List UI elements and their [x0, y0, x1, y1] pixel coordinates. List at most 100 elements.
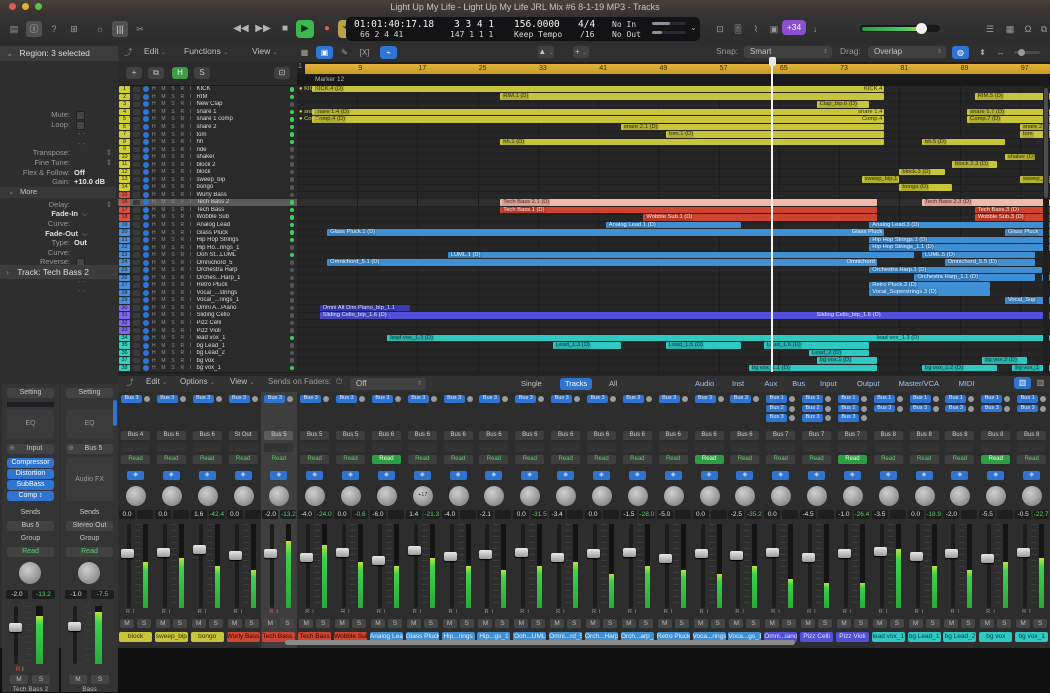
- freeze-icon[interactable]: [133, 139, 140, 145]
- input-monitor-icon[interactable]: [143, 109, 149, 115]
- solo-button[interactable]: S: [495, 619, 509, 628]
- send-knob[interactable]: [538, 396, 544, 402]
- volume-value[interactable]: -0.5: [1015, 510, 1031, 519]
- mute-button[interactable]: M: [120, 619, 134, 628]
- mixer-channel-strip[interactable]: Bus 3Bus 6Read◈-3.4R IMSOmni...rd_5: [548, 392, 585, 648]
- editors-icon[interactable]: ✂: [132, 21, 148, 37]
- volume-value[interactable]: 0.0: [155, 510, 171, 519]
- eq-slot[interactable]: EQ: [66, 410, 113, 438]
- record-input-buttons[interactable]: R I: [413, 609, 422, 615]
- peak-value[interactable]: -31.5: [531, 510, 547, 519]
- fader-cap[interactable]: [659, 554, 672, 563]
- input-format-icon[interactable]: ◈: [414, 471, 431, 480]
- group-slot[interactable]: [551, 443, 580, 452]
- fader-cap[interactable]: [229, 551, 242, 560]
- track-buttons[interactable]: H M S R I: [152, 94, 193, 100]
- group-slot[interactable]: [444, 443, 473, 452]
- track-buttons[interactable]: H M S R I: [152, 109, 193, 115]
- region[interactable]: Comp.7 (D): [967, 116, 1050, 123]
- track-on-dot[interactable]: [290, 366, 295, 371]
- region[interactable]: block 2.3 (D): [952, 161, 997, 168]
- send-knob[interactable]: [897, 396, 903, 402]
- volume-value[interactable]: 0.0: [227, 510, 243, 519]
- freeze-icon[interactable]: [133, 162, 140, 168]
- freeze-icon[interactable]: [133, 305, 140, 311]
- mute-button[interactable]: M: [192, 619, 206, 628]
- input-slot[interactable]: ⊕Bus 5: [66, 444, 113, 454]
- send-slot[interactable]: Bus 3: [945, 405, 966, 413]
- track-buttons[interactable]: H M S R I: [152, 328, 193, 334]
- group-slot[interactable]: [695, 443, 724, 452]
- input-monitor-icon[interactable]: [143, 162, 149, 168]
- output-slot[interactable]: Bus 6: [444, 431, 473, 440]
- track-buttons[interactable]: H M S R I: [152, 101, 193, 107]
- mixer-menu-edit[interactable]: Edit ⌄: [146, 377, 167, 386]
- fader-cap[interactable]: [336, 548, 349, 557]
- automation-mode-button[interactable]: Read: [336, 455, 365, 464]
- vertical-zoom-icon[interactable]: ⬍: [974, 46, 991, 59]
- solo-button[interactable]: S: [997, 619, 1011, 628]
- input-monitor-icon[interactable]: [143, 290, 149, 296]
- solo-button[interactable]: S: [531, 619, 545, 628]
- send-knob[interactable]: [646, 396, 652, 402]
- track-on-dot[interactable]: [290, 185, 295, 190]
- solo-button[interactable]: S: [567, 619, 581, 628]
- fader-track[interactable]: [593, 524, 597, 608]
- pan-knob[interactable]: [843, 486, 863, 506]
- region[interactable]: bg vox_1.2 (D): [922, 365, 997, 372]
- group-slot[interactable]: Group: [66, 534, 113, 544]
- freeze-icon[interactable]: [133, 283, 140, 289]
- automation-mode-button[interactable]: Read: [659, 455, 688, 464]
- fader-track[interactable]: [629, 524, 633, 608]
- send-slot[interactable]: Bus 3: [264, 395, 285, 403]
- zoom-slider[interactable]: [1014, 51, 1040, 54]
- stop-button[interactable]: ■: [276, 20, 294, 38]
- record-input-buttons[interactable]: R I: [950, 609, 959, 615]
- group-slot[interactable]: [300, 443, 329, 452]
- send-knob[interactable]: [789, 415, 795, 421]
- send-slot[interactable]: Bus 3: [193, 395, 214, 403]
- mixer-filter-mastervca[interactable]: Master/VCA: [894, 378, 944, 390]
- tracks-menu-functions[interactable]: Functions ⌄: [184, 46, 228, 56]
- input-format-icon[interactable]: ◈: [701, 471, 718, 480]
- peak-value[interactable]: [460, 510, 476, 519]
- volume-value[interactable]: -2.1: [477, 510, 493, 519]
- channel-name[interactable]: lead vox_1: [872, 632, 905, 642]
- mixer-filter-output[interactable]: Output: [852, 378, 885, 390]
- channel-name[interactable]: bg vox: [979, 632, 1012, 642]
- mixer-channel-strip[interactable]: Bus 3Bus 6Read◈0.0R IMSVoca...rings: [692, 392, 729, 648]
- send-slot[interactable]: Bus 2: [766, 405, 787, 413]
- region[interactable]: Lead_2 (D): [809, 350, 869, 357]
- volume-value[interactable]: -1.5: [621, 510, 637, 519]
- output-slot[interactable]: Bus 5: [336, 431, 365, 440]
- pan-knob[interactable]: [879, 486, 899, 506]
- fader-cap[interactable]: [945, 549, 958, 558]
- freeze-icon[interactable]: [133, 132, 140, 138]
- track-on-dot[interactable]: [290, 253, 295, 258]
- track-on-dot[interactable]: [290, 117, 295, 122]
- drag-select[interactable]: Overlap⇕: [868, 46, 946, 58]
- volume-value[interactable]: 0.0: [585, 510, 601, 519]
- send-knob[interactable]: [502, 396, 508, 402]
- automation-mode-button[interactable]: Read: [1017, 455, 1046, 464]
- mixer-view-single[interactable]: Single: [516, 378, 547, 390]
- track-buttons[interactable]: H M S R I: [152, 222, 193, 228]
- group-slot[interactable]: [121, 443, 150, 452]
- input-format-icon[interactable]: ◈: [485, 471, 502, 480]
- automation-mode-button[interactable]: Read: [874, 455, 903, 464]
- track-buttons[interactable]: H M S R I: [152, 335, 193, 341]
- record-input-buttons[interactable]: R I: [592, 609, 601, 615]
- input-monitor-icon[interactable]: [143, 312, 149, 318]
- track-on-dot[interactable]: [290, 351, 295, 356]
- group-slot[interactable]: [945, 443, 974, 452]
- region[interactable]: Wobble Sub.3 (D): [975, 214, 1050, 221]
- fader-cap[interactable]: [9, 623, 22, 632]
- record-input-buttons[interactable]: R I: [664, 609, 673, 615]
- group-slot[interactable]: [587, 443, 616, 452]
- mixer-view-tracks[interactable]: Tracks: [560, 378, 592, 390]
- freeze-icon[interactable]: [133, 365, 140, 371]
- fader-track[interactable]: [665, 524, 669, 608]
- volume-value[interactable]: -4.0: [298, 510, 314, 519]
- freeze-icon[interactable]: [133, 169, 140, 175]
- track-buttons[interactable]: H M S R I: [152, 365, 193, 371]
